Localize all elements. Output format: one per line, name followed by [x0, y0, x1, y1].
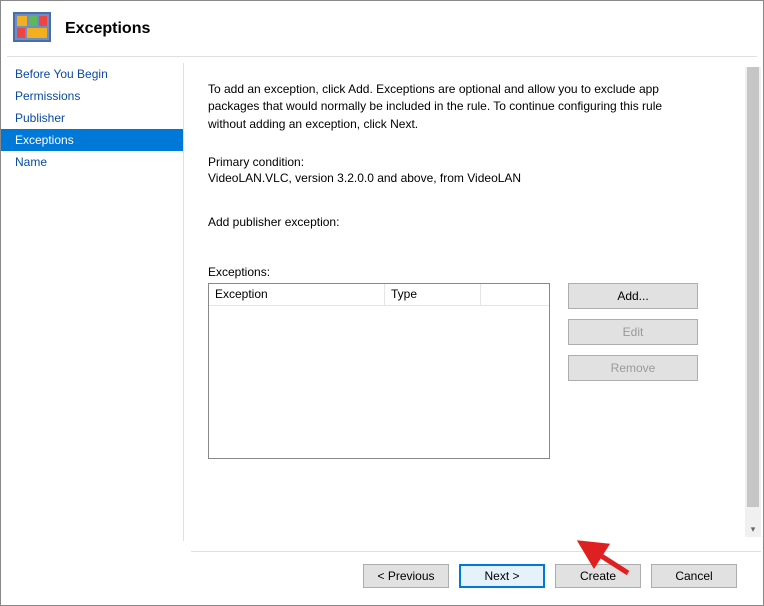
- scrollbar[interactable]: ▾: [745, 67, 761, 537]
- sidebar: Before You Begin Permissions Publisher E…: [1, 57, 183, 547]
- add-publisher-label: Add publisher exception:: [208, 215, 737, 229]
- sidebar-item-name[interactable]: Name: [1, 151, 183, 173]
- exceptions-label: Exceptions:: [208, 265, 737, 279]
- page-title: Exceptions: [65, 20, 150, 38]
- add-button[interactable]: Add...: [568, 283, 698, 309]
- list-header: Exception Type: [209, 284, 549, 306]
- create-button[interactable]: Create: [555, 564, 641, 588]
- primary-condition-value: VideoLAN.VLC, version 3.2.0.0 and above,…: [208, 171, 737, 185]
- wizard-window: Exceptions Before You Begin Permissions …: [0, 0, 764, 606]
- sidebar-item-exceptions[interactable]: Exceptions: [1, 129, 183, 151]
- body: Before You Begin Permissions Publisher E…: [1, 57, 763, 547]
- cancel-button[interactable]: Cancel: [651, 564, 737, 588]
- description-text: To add an exception, click Add. Exceptio…: [208, 81, 678, 133]
- list-buttons: Add... Edit Remove: [568, 283, 698, 381]
- sidebar-item-permissions[interactable]: Permissions: [1, 85, 183, 107]
- column-type[interactable]: Type: [385, 284, 481, 305]
- exceptions-listbox[interactable]: Exception Type: [208, 283, 550, 459]
- footer: < Previous Next > Create Cancel: [191, 551, 761, 599]
- next-button[interactable]: Next >: [459, 564, 545, 588]
- previous-button[interactable]: < Previous: [363, 564, 449, 588]
- scroll-down-icon[interactable]: ▾: [745, 524, 761, 535]
- column-exception[interactable]: Exception: [209, 284, 385, 305]
- primary-condition-label: Primary condition:: [208, 155, 737, 169]
- sidebar-item-before-you-begin[interactable]: Before You Begin: [1, 63, 183, 85]
- header: Exceptions: [1, 1, 763, 56]
- column-spacer: [481, 284, 549, 305]
- app-icon: [13, 12, 51, 45]
- edit-button: Edit: [568, 319, 698, 345]
- content-pane: To add an exception, click Add. Exceptio…: [184, 57, 763, 547]
- sidebar-item-publisher[interactable]: Publisher: [1, 107, 183, 129]
- scrollbar-thumb[interactable]: [747, 67, 759, 507]
- remove-button: Remove: [568, 355, 698, 381]
